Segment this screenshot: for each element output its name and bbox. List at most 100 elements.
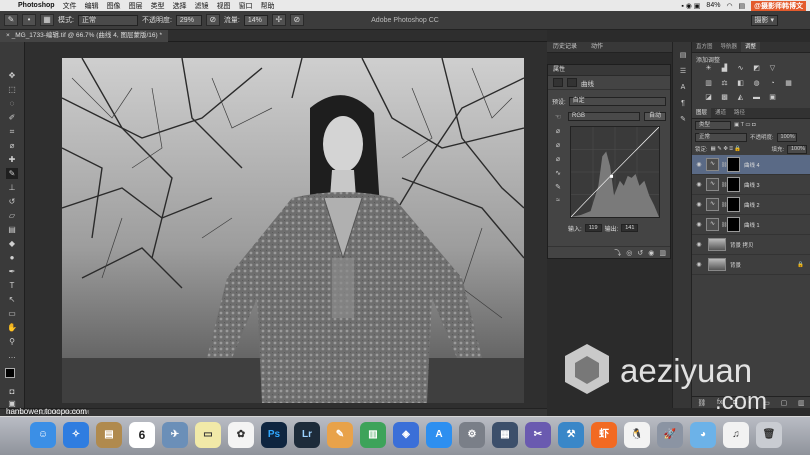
airbrush-icon[interactable]: ✢ <box>271 14 286 26</box>
white-point-eyedropper-icon[interactable]: ⌀ <box>552 155 564 169</box>
gradient-tool-icon[interactable]: ▤ <box>6 224 18 235</box>
vibrance-icon[interactable]: ▽ <box>766 64 779 73</box>
tab-actions[interactable]: 动作 <box>585 42 609 53</box>
rocket-icon[interactable]: 🚀 <box>657 422 683 448</box>
tab-histogram[interactable]: 直方图 <box>692 42 717 52</box>
photo-filter-icon[interactable]: ◍ <box>750 79 763 88</box>
auto-button[interactable]: 自动 <box>643 112 666 121</box>
hand-tool-icon[interactable]: ✋ <box>6 322 18 333</box>
lightroom-icon[interactable]: Lr <box>294 422 320 448</box>
curve-point[interactable] <box>610 174 614 178</box>
pencil-curve-icon[interactable]: ✎ <box>552 183 564 197</box>
invert-icon[interactable]: ◪ <box>702 93 715 102</box>
eye-icon[interactable]: ◉ <box>692 241 706 248</box>
output-field[interactable]: 141 <box>621 224 639 232</box>
app-menu[interactable]: Photoshop <box>18 2 55 9</box>
new-group-icon[interactable]: ▭ <box>763 399 770 407</box>
music-icon[interactable]: ♫ <box>723 422 749 448</box>
safari-icon[interactable]: ✧ <box>63 422 89 448</box>
eye-icon[interactable]: ◉ <box>692 221 706 228</box>
brush-panel-icon[interactable]: ▦ <box>40 14 54 26</box>
pressure-opacity-icon[interactable]: ⊘ <box>205 14 220 26</box>
menu-filter[interactable]: 滤镜 <box>195 1 209 11</box>
layer-mask-thumb[interactable] <box>727 177 740 192</box>
stickies-icon[interactable]: ▭ <box>195 422 221 448</box>
trash-icon[interactable]: 🗑 <box>756 422 782 448</box>
layer-row[interactable]: ◉ 背景 拷贝 <box>692 235 810 255</box>
preset-select[interactable]: 自定 <box>568 97 666 106</box>
history-icon[interactable]: ▤ <box>677 50 689 61</box>
menu-help[interactable]: 帮助 <box>261 1 275 11</box>
menu-window[interactable]: 窗口 <box>239 1 253 11</box>
canvas-area[interactable] <box>25 42 547 408</box>
new-adjustment-icon[interactable]: ◐ <box>748 399 752 406</box>
tab-paths[interactable]: 路径 <box>730 108 749 118</box>
eraser-tool-icon[interactable]: ▱ <box>6 210 18 221</box>
quick-mask-icon[interactable]: ◘ <box>6 386 18 397</box>
reset-icon[interactable]: ↺ <box>637 249 643 257</box>
tab-adjustments[interactable]: 调整 <box>741 42 761 52</box>
curves-graph[interactable] <box>570 126 660 218</box>
properties-icon[interactable]: ☰ <box>677 66 689 77</box>
tab-layers[interactable]: 图层 <box>692 108 712 118</box>
black-white-icon[interactable]: ◧ <box>734 79 747 88</box>
eye-icon[interactable]: ◉ <box>692 261 706 268</box>
tab-history[interactable]: 历史记录 <box>547 42 583 53</box>
blur-tool-icon[interactable]: ◆ <box>6 238 18 249</box>
color-balance-icon[interactable]: ⚖ <box>718 79 731 88</box>
eye-icon[interactable]: ◉ <box>692 181 706 188</box>
layer-row[interactable]: ◉ 背景 🔒 <box>692 255 810 275</box>
smooth-curve-icon[interactable]: ≈ <box>552 197 564 211</box>
crop-tool-icon[interactable]: ⌗ <box>6 126 18 137</box>
xiami-icon[interactable]: 虾 <box>591 422 617 448</box>
pen-tool-icon[interactable]: ✒ <box>6 266 18 277</box>
add-mask-icon[interactable]: ◘ <box>733 399 737 406</box>
status-icons[interactable]: ▪ ◉ ▣ <box>681 2 700 10</box>
system-prefs-icon[interactable]: ⚙ <box>459 422 485 448</box>
history-brush-tool-icon[interactable]: ↺ <box>6 196 18 207</box>
curves-adjustment-icon[interactable] <box>553 78 563 87</box>
menu-file[interactable]: 文件 <box>63 1 77 11</box>
healing-tool-icon[interactable]: ✚ <box>6 154 18 165</box>
hue-saturation-icon[interactable]: ▥ <box>702 79 715 88</box>
layer-mask-thumb[interactable] <box>727 197 740 212</box>
marquee-tool-icon[interactable]: ⬚ <box>6 84 18 95</box>
black-point-eyedropper-icon[interactable]: ⌀ <box>552 127 564 141</box>
paragraph-icon[interactable]: ¶ <box>677 98 689 109</box>
selective-color-icon[interactable]: ▣ <box>766 93 779 102</box>
layer-row[interactable]: ◉ ∿ ⛓ 曲线 1 <box>692 215 810 235</box>
clone-stamp-tool-icon[interactable]: ⊥ <box>6 182 18 193</box>
menu-view[interactable]: 视图 <box>217 1 231 11</box>
photo-browser-icon[interactable]: ▦ <box>492 422 518 448</box>
document-tab[interactable]: × _MG_1733-编辑.tif @ 66.7% (曲线 4, 图层蒙版/16… <box>0 30 168 42</box>
brush-tool-icon[interactable]: ✎ <box>6 168 18 179</box>
video-editor-icon[interactable]: ✂ <box>525 422 551 448</box>
menu-type[interactable]: 类型 <box>151 1 165 11</box>
preview-icon[interactable]: ✈ <box>162 422 188 448</box>
visibility-icon[interactable]: ◉ <box>648 249 654 257</box>
brush-settings-icon[interactable]: ✎ <box>677 114 689 125</box>
curves-icon[interactable]: ∿ <box>734 64 747 73</box>
layer-row[interactable]: ◉ ∿ ⛓ 曲线 3 <box>692 175 810 195</box>
blend-mode-select[interactable]: 正常 <box>695 132 747 142</box>
curve-edit-icon[interactable]: ∿ <box>552 169 564 183</box>
layer-row[interactable]: ◉ ∿ ⛓ 曲线 2 <box>692 195 810 215</box>
foreground-color-swatch[interactable] <box>5 368 15 378</box>
type-tool-icon[interactable]: T <box>6 280 18 291</box>
gray-point-eyedropper-icon[interactable]: ⌀ <box>552 141 564 155</box>
channel-mixer-icon[interactable]: ◔ <box>766 79 779 88</box>
menu-image[interactable]: 图像 <box>107 1 121 11</box>
lasso-tool-icon[interactable]: ◌ <box>6 98 18 109</box>
flow-field[interactable]: 14% <box>243 14 268 26</box>
menu-edit[interactable]: 编辑 <box>85 1 99 11</box>
layer-mask-thumb[interactable] <box>727 157 740 172</box>
brush-tool-preset-icon[interactable]: ✎ <box>4 14 18 26</box>
move-tool-icon[interactable]: ✥ <box>6 70 18 81</box>
pressure-size-icon[interactable]: ⊘ <box>289 14 304 26</box>
exposure-icon[interactable]: ◩ <box>750 64 763 73</box>
brightness-icon[interactable]: ☀ <box>702 64 715 73</box>
input-field[interactable]: 119 <box>584 224 602 232</box>
layer-row[interactable]: ◉ ∿ ⛓ 曲线 4 <box>692 155 810 175</box>
battery-level[interactable]: 84% <box>706 2 720 9</box>
notes-book-icon[interactable]: ▤ <box>96 422 122 448</box>
